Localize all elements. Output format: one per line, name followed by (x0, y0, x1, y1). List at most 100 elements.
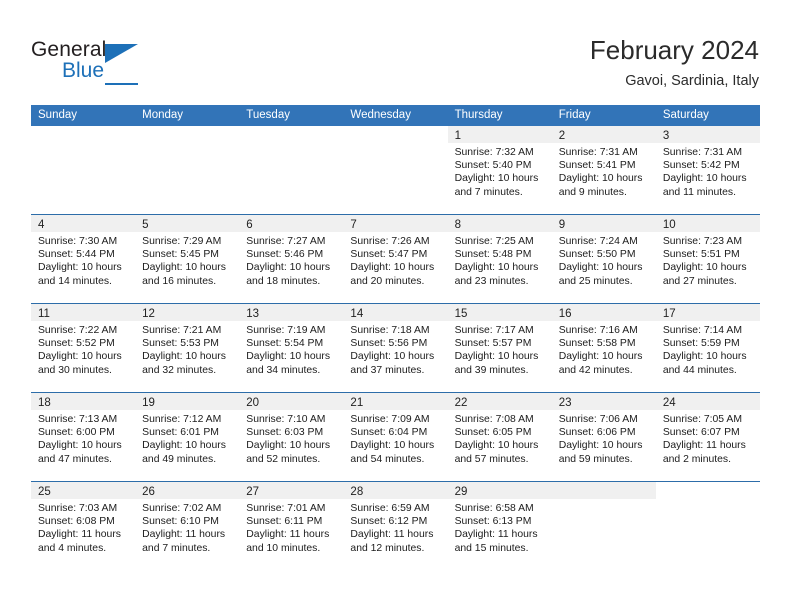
sunrise-text: Sunrise: 7:16 AM (558, 325, 638, 336)
calendar-day-cell[interactable]: 29 Sunrise: 6:58 AM Sunset: 6:13 PM Dayligh… (447, 482, 552, 571)
day-number-band: 1 (447, 126, 552, 143)
calendar-day-cell[interactable]: 4 Sunrise: 7:30 AM Sunset: 5:44 PM Daylight… (31, 215, 136, 303)
calendar-grid: Sunday Monday Tuesday Wednesday Thursday… (31, 105, 760, 571)
day-sun-info: Sunrise: 7:01 AM Sunset: 6:11 PM Daylight:… (239, 499, 343, 555)
daylight-text-line2: and 23 minutes. (454, 275, 529, 287)
daylight-text-line2: and 27 minutes. (662, 275, 737, 287)
calendar-day-cell[interactable]: 3 Sunrise: 7:31 AM Sunset: 5:42 PM Daylight… (655, 126, 760, 214)
calendar-day-cell[interactable]: 22 Sunrise: 7:08 AM Sunset: 6:05 PM Dayligh… (447, 393, 552, 481)
calendar-weeks: 1 Sunrise: 7:32 AM Sunset: 5:40 PM Daylight… (31, 126, 760, 571)
weekday-sunday: Sunday (38, 109, 78, 121)
daylight-text-line1: Daylight: 11 hours (246, 529, 330, 541)
day-number: 22 (454, 397, 468, 409)
calendar-day-cell[interactable]: 11 Sunrise: 7:22 AM Sunset: 5:52 PM Dayligh… (31, 304, 136, 392)
logo-underline (105, 83, 138, 85)
calendar-day-cell[interactable]: 17 Sunrise: 7:14 AM Sunset: 5:59 PM Dayligh… (655, 304, 760, 392)
daylight-text-line1: Daylight: 11 hours (350, 529, 434, 541)
day-number-band: 12 (135, 304, 240, 321)
daylight-text-line2: and 25 minutes. (558, 275, 633, 287)
daylight-text-line2: and 39 minutes. (454, 364, 529, 376)
day-number-band: 29 (447, 482, 552, 499)
day-number: 25 (38, 486, 51, 498)
day-number: 28 (350, 486, 364, 498)
calendar-day-cell[interactable]: 5 Sunrise: 7:29 AM Sunset: 5:45 PM Daylight… (135, 215, 240, 303)
daylight-text-line1: Daylight: 10 hours (558, 173, 643, 185)
calendar-day-cell[interactable]: 8 Sunrise: 7:25 AM Sunset: 5:48 PM Daylight… (447, 215, 552, 303)
calendar-day-cell[interactable]: 12 Sunrise: 7:21 AM Sunset: 5:53 PM Dayligh… (135, 304, 240, 392)
calendar-day-cell[interactable]: 28 Sunrise: 6:59 AM Sunset: 6:12 PM Dayligh… (343, 482, 448, 571)
sunset-text: Sunset: 5:56 PM (350, 338, 428, 350)
sunset-text: Sunset: 6:04 PM (350, 427, 428, 439)
calendar-day-cell[interactable]: 19 Sunrise: 7:12 AM Sunset: 6:01 PM Dayligh… (135, 393, 240, 481)
calendar-week-row: 4 Sunrise: 7:30 AM Sunset: 5:44 PM Daylight… (31, 215, 760, 304)
day-number-band: 27 (239, 482, 344, 499)
day-sun-info: Sunrise: 7:25 AM Sunset: 5:48 PM Daylight:… (448, 232, 552, 288)
sunrise-text: Sunrise: 6:58 AM (454, 503, 534, 514)
day-number: 23 (558, 397, 572, 409)
calendar-day-cell[interactable]: 2 Sunrise: 7:31 AM Sunset: 5:41 PM Daylight… (551, 126, 656, 214)
calendar-day-cell[interactable]: 21 Sunrise: 7:09 AM Sunset: 6:04 PM Dayligh… (343, 393, 448, 481)
day-number: 13 (246, 308, 260, 320)
location-subtitle: Gavoi, Sardinia, Italy (625, 73, 759, 89)
calendar-day-cell[interactable]: 13 Sunrise: 7:19 AM Sunset: 5:54 PM Dayligh… (239, 304, 344, 392)
daylight-text-line1: Daylight: 11 hours (142, 529, 226, 541)
day-number-band (551, 482, 656, 499)
calendar-day-cell[interactable]: 16 Sunrise: 7:16 AM Sunset: 5:58 PM Dayligh… (551, 304, 656, 392)
calendar-day-cell[interactable]: 18 Sunrise: 7:13 AM Sunset: 6:00 PM Dayligh… (31, 393, 136, 481)
day-sun-info: Sunrise: 7:13 AM Sunset: 6:00 PM Daylight:… (31, 410, 135, 466)
daylight-text-line2: and 47 minutes. (38, 453, 112, 465)
calendar-day-cell[interactable]: 10 Sunrise: 7:23 AM Sunset: 5:51 PM Dayligh… (655, 215, 760, 303)
daylight-text-line2: and 44 minutes. (662, 364, 737, 376)
sunset-text: Sunset: 5:51 PM (662, 249, 740, 261)
sunset-text: Sunset: 5:48 PM (454, 249, 532, 261)
sunset-text: Sunset: 5:42 PM (662, 160, 740, 172)
day-sun-info: Sunrise: 7:26 AM Sunset: 5:47 PM Daylight:… (343, 232, 447, 288)
calendar-week-row: 18 Sunrise: 7:13 AM Sunset: 6:00 PM Dayligh… (31, 393, 760, 482)
daylight-text-line2: and 7 minutes. (454, 186, 523, 198)
calendar-day-cell[interactable]: 20 Sunrise: 7:10 AM Sunset: 6:03 PM Dayligh… (239, 393, 344, 481)
day-number-band: 22 (447, 393, 552, 410)
day-number-band: 8 (447, 215, 552, 232)
day-sun-info: Sunrise: 7:21 AM Sunset: 5:53 PM Daylight:… (135, 321, 239, 377)
sunset-text: Sunset: 6:03 PM (246, 427, 324, 439)
logo-triangle-icon (105, 44, 138, 63)
calendar-week-row: 11 Sunrise: 7:22 AM Sunset: 5:52 PM Dayligh… (31, 304, 760, 393)
day-number-band: 7 (343, 215, 448, 232)
day-sun-info: Sunrise: 7:16 AM Sunset: 5:58 PM Daylight:… (552, 321, 656, 377)
calendar-day-cell[interactable]: 9 Sunrise: 7:24 AM Sunset: 5:50 PM Daylight… (551, 215, 656, 303)
daylight-text-line2: and 10 minutes. (246, 542, 321, 554)
day-sun-info: Sunrise: 7:02 AM Sunset: 6:10 PM Daylight:… (135, 499, 239, 555)
calendar-day-cell[interactable]: 15 Sunrise: 7:17 AM Sunset: 5:57 PM Dayligh… (447, 304, 552, 392)
day-sun-info: Sunrise: 7:24 AM Sunset: 5:50 PM Daylight:… (552, 232, 656, 288)
day-number: 15 (454, 308, 468, 320)
calendar-day-empty (551, 482, 656, 571)
calendar-day-cell[interactable]: 25 Sunrise: 7:03 AM Sunset: 6:08 PM Dayligh… (31, 482, 136, 571)
sunset-text: Sunset: 5:57 PM (454, 338, 532, 350)
day-sun-info: Sunrise: 6:59 AM Sunset: 6:12 PM Daylight:… (343, 499, 447, 555)
sunset-text: Sunset: 5:41 PM (558, 160, 636, 172)
calendar-day-cell[interactable]: 23 Sunrise: 7:06 AM Sunset: 6:06 PM Dayligh… (551, 393, 656, 481)
title-block: February 2024 Gavoi, Sardinia, Italy (590, 34, 759, 91)
calendar-day-cell[interactable]: 24 Sunrise: 7:05 AM Sunset: 6:07 PM Dayligh… (655, 393, 760, 481)
day-number: 16 (558, 308, 572, 320)
calendar-day-cell[interactable]: 6 Sunrise: 7:27 AM Sunset: 5:46 PM Daylight… (239, 215, 344, 303)
calendar-day-cell[interactable]: 27 Sunrise: 7:01 AM Sunset: 6:11 PM Dayligh… (239, 482, 344, 571)
calendar-day-cell[interactable]: 7 Sunrise: 7:26 AM Sunset: 5:47 PM Daylight… (343, 215, 448, 303)
day-number: 5 (142, 219, 149, 231)
daylight-text-line2: and 52 minutes. (246, 453, 321, 465)
general-blue-logo[interactable]: General Blue (31, 38, 211, 88)
day-sun-info: Sunrise: 7:12 AM Sunset: 6:01 PM Daylight:… (135, 410, 239, 466)
calendar-day-cell[interactable]: 14 Sunrise: 7:18 AM Sunset: 5:56 PM Dayligh… (343, 304, 448, 392)
daylight-text-line1: Daylight: 10 hours (246, 351, 331, 363)
day-number-band: 20 (239, 393, 344, 410)
daylight-text-line1: Daylight: 10 hours (662, 262, 747, 274)
day-sun-info: Sunrise: 7:22 AM Sunset: 5:52 PM Daylight:… (31, 321, 135, 377)
day-number: 9 (558, 219, 566, 231)
day-number: 17 (662, 308, 676, 320)
calendar-day-cell[interactable]: 26 Sunrise: 7:02 AM Sunset: 6:10 PM Dayligh… (135, 482, 240, 571)
calendar-day-cell[interactable]: 1 Sunrise: 7:32 AM Sunset: 5:40 PM Daylight… (447, 126, 552, 214)
daylight-text-line1: Daylight: 10 hours (350, 262, 435, 274)
day-number: 8 (454, 219, 461, 231)
day-sun-info: Sunrise: 7:06 AM Sunset: 6:06 PM Daylight:… (552, 410, 656, 466)
sunrise-text: Sunrise: 7:27 AM (246, 236, 326, 247)
